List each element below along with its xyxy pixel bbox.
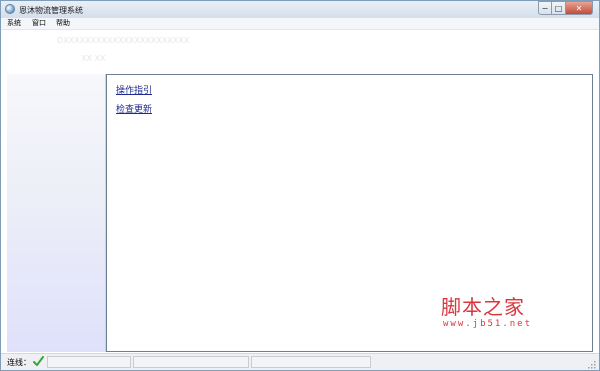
navigation-panel xyxy=(7,74,106,352)
app-window: 恩沐物流管理系统 − □ ✕ 系统 窗口 帮助 DXXXXXXXXXXXXXXX… xyxy=(0,0,600,371)
status-panel-1 xyxy=(47,356,131,368)
watermark: 脚本之家 www.jb51.net xyxy=(431,291,581,335)
watermark-url: www.jb51.net xyxy=(443,319,533,329)
menu-item-window[interactable]: 窗口 xyxy=(32,19,46,28)
menu-bar: 系统 窗口 帮助 xyxy=(1,18,599,30)
maximize-button[interactable]: □ xyxy=(552,1,566,15)
menu-item-system[interactable]: 系统 xyxy=(7,19,21,28)
check-update-link[interactable]: 检查更新 xyxy=(116,105,152,115)
toolbar-faint-text: DXXXXXXXXXXXXXXXXXXXXXXX xyxy=(57,36,190,45)
status-panel-2 xyxy=(133,356,249,368)
app-icon xyxy=(5,4,15,14)
status-panel-3 xyxy=(251,356,371,368)
close-button[interactable]: ✕ xyxy=(566,1,593,15)
main-content: 操作指引 检查更新 脚本之家 www.jb51.net xyxy=(106,74,593,352)
operation-guide-link[interactable]: 操作指引 xyxy=(116,86,152,96)
minimize-button[interactable]: − xyxy=(538,1,552,15)
connection-label: 连线： xyxy=(7,358,31,367)
watermark-title: 脚本之家 xyxy=(441,295,525,319)
check-icon xyxy=(33,356,44,366)
status-bar: 连线： xyxy=(1,353,599,370)
window-controls: − □ ✕ xyxy=(538,1,593,15)
toolbar-faint-label: XX XX xyxy=(81,54,106,63)
title-bar[interactable]: 恩沐物流管理系统 − □ ✕ xyxy=(1,1,599,19)
toolbar-area: DXXXXXXXXXXXXXXXXXXXXXXX XX XX xyxy=(1,30,599,74)
menu-item-help[interactable]: 帮助 xyxy=(56,19,70,28)
resize-grip-icon[interactable] xyxy=(588,361,596,369)
window-title: 恩沐物流管理系统 xyxy=(19,6,83,15)
